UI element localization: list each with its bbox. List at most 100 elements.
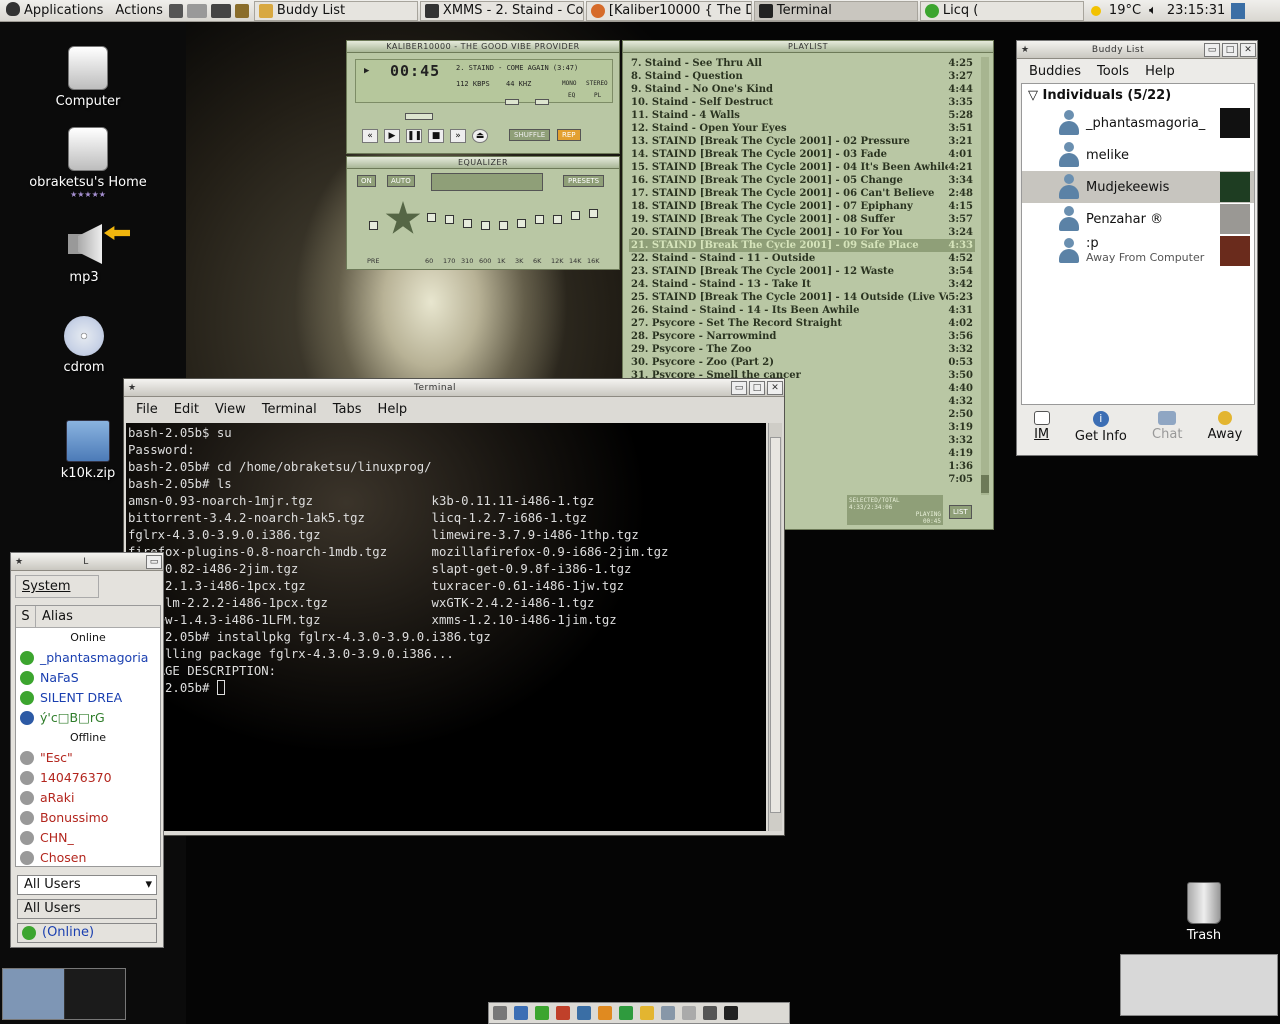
playlist-row[interactable]: 23. STAIND [Break The Cycle 2001] - 12 W… bbox=[629, 265, 975, 278]
playlist-scrollbar[interactable] bbox=[981, 57, 989, 495]
scroll-thumb[interactable] bbox=[770, 437, 781, 813]
playlist-row[interactable]: 11. Staind - 4 Walls 5:28 bbox=[629, 109, 975, 122]
camera-icon[interactable] bbox=[210, 3, 231, 18]
playlist-row[interactable]: 25. STAIND [Break The Cycle 2001] - 14 O… bbox=[629, 291, 975, 304]
system-button[interactable]: System bbox=[15, 575, 99, 598]
playlist-row[interactable]: 15. STAIND [Break The Cycle 2001] - 04 I… bbox=[629, 161, 975, 174]
task-browser[interactable]: [Kaliber10000 { The D bbox=[585, 0, 752, 21]
eq-titlebar[interactable]: EQUALIZER bbox=[347, 157, 619, 169]
playlist-row[interactable]: 9. Staind - No One's Kind 4:44 bbox=[629, 83, 975, 96]
close-button[interactable]: ✕ bbox=[767, 380, 783, 395]
window-menu-icon[interactable]: ★ bbox=[1017, 45, 1033, 55]
buddy-row[interactable]: :p Away From Computer bbox=[1022, 235, 1254, 267]
playlist-row-selected[interactable]: 21. STAIND [Break The Cycle 2001] - 09 S… bbox=[629, 239, 975, 252]
eq-slider-170[interactable] bbox=[445, 215, 454, 224]
playlist-row[interactable]: 24. Staind - Staind - 13 - Take It 3:42 bbox=[629, 278, 975, 291]
next-button[interactable]: » bbox=[450, 129, 466, 143]
licq-titlebar[interactable]: ★ L ▭ bbox=[11, 553, 163, 571]
actions-menu[interactable]: Actions bbox=[109, 0, 169, 22]
desktop-icon-mp3[interactable]: mp3 bbox=[24, 222, 144, 285]
expander-icon[interactable]: ▽ bbox=[1028, 88, 1043, 103]
menu-file[interactable]: File bbox=[128, 400, 166, 419]
minimize-button[interactable]: ▭ bbox=[146, 554, 162, 569]
column-alias[interactable]: Alias bbox=[36, 606, 73, 627]
playlist-row[interactable]: 30. Psycore - Zoo (Part 2) 0:53 bbox=[629, 356, 975, 369]
buddy-row[interactable]: Penzahar ® bbox=[1022, 203, 1254, 235]
eq-slider-14k[interactable] bbox=[571, 211, 580, 220]
menu-tabs[interactable]: Tabs bbox=[325, 400, 370, 419]
group-select[interactable]: All Users ▾ bbox=[17, 875, 157, 895]
workspace-2[interactable] bbox=[64, 969, 125, 1019]
launcher-icon[interactable] bbox=[535, 1006, 549, 1020]
menu-help[interactable]: Help bbox=[1137, 62, 1183, 81]
desktop-icon-home[interactable]: obraketsu's Home ★★★★★ bbox=[28, 127, 148, 199]
playlist-row[interactable]: 7. Staind - See Thru All 4:25 bbox=[629, 57, 975, 70]
online-contact[interactable]: _phantasmagoria bbox=[16, 648, 160, 668]
eq-slider-preamp[interactable] bbox=[369, 221, 378, 230]
playlist-row[interactable]: 27. Psycore - Set The Record Straight 4:0… bbox=[629, 317, 975, 330]
playlist-row[interactable]: 22. Staind - Staind - 11 - Outside 4:52 bbox=[629, 252, 975, 265]
playlist-row[interactable]: 16. STAIND [Break The Cycle 2001] - 05 C… bbox=[629, 174, 975, 187]
status-button[interactable]: (Online) bbox=[17, 923, 157, 943]
eq-slider-310[interactable] bbox=[463, 219, 472, 228]
playlist-row[interactable]: 14. STAIND [Break The Cycle 2001] - 03 F… bbox=[629, 148, 975, 161]
maximize-button[interactable]: □ bbox=[749, 380, 765, 395]
buddy-titlebar[interactable]: ★ Buddy List ▭ □ ✕ bbox=[1017, 41, 1257, 59]
launcher-icon[interactable] bbox=[577, 1006, 591, 1020]
offline-contact[interactable]: aRaki bbox=[16, 788, 160, 808]
terminal-scrollbar[interactable] bbox=[768, 423, 782, 831]
playlist-scroll-thumb[interactable] bbox=[981, 475, 989, 493]
menu-edit[interactable]: Edit bbox=[166, 400, 207, 419]
eq-slider-60[interactable] bbox=[427, 213, 436, 222]
launcher-icon[interactable] bbox=[556, 1006, 570, 1020]
online-contact[interactable]: ý'c□B□rG bbox=[16, 708, 160, 728]
volume-icon[interactable]: 🔈︎ bbox=[1145, 3, 1161, 18]
menu-view[interactable]: View bbox=[207, 400, 254, 419]
minimize-button[interactable]: ▭ bbox=[1204, 42, 1220, 57]
playlist-row[interactable]: 26. Staind - Staind - 14 - Its Been Awhi… bbox=[629, 304, 975, 317]
pl-toggle[interactable]: PL bbox=[594, 92, 601, 99]
playlist-row[interactable]: 28. Psycore - Narrowmind 3:56 bbox=[629, 330, 975, 343]
launcher-icon[interactable] bbox=[493, 1006, 507, 1020]
offline-contact[interactable]: Bonussimo bbox=[16, 808, 160, 828]
playlist-row[interactable]: 19. STAIND [Break The Cycle 2001] - 08 S… bbox=[629, 213, 975, 226]
xmms-titlebar[interactable]: KALIBER10000 - THE GOOD VIBE PROVIDER bbox=[347, 41, 619, 53]
list-button[interactable]: LIST bbox=[949, 505, 972, 519]
task-licq[interactable]: Licq ( bbox=[919, 0, 1084, 21]
window-menu-icon[interactable]: ★ bbox=[124, 383, 140, 393]
maximize-button[interactable]: □ bbox=[1222, 42, 1238, 57]
offline-contact[interactable]: 140476370 bbox=[16, 768, 160, 788]
launcher-icon[interactable] bbox=[661, 1006, 675, 1020]
playlist-row[interactable]: 17. STAIND [Break The Cycle 2001] - 06 C… bbox=[629, 187, 975, 200]
eq-auto-button[interactable]: AUTO bbox=[387, 175, 415, 187]
desktop-icon-cdrom[interactable]: cdrom bbox=[24, 316, 144, 375]
launcher-icon[interactable] bbox=[234, 3, 249, 18]
window-menu-icon[interactable]: ★ bbox=[11, 557, 27, 567]
playlist-titlebar[interactable]: PLAYLIST bbox=[623, 41, 993, 53]
column-status[interactable]: S bbox=[16, 606, 36, 627]
minimize-button[interactable]: ▭ bbox=[731, 380, 747, 395]
eq-slider-1k[interactable] bbox=[499, 221, 508, 230]
offline-contact[interactable]: CHN_ bbox=[16, 828, 160, 848]
launcher-icon[interactable] bbox=[598, 1006, 612, 1020]
im-button[interactable]: IM bbox=[1033, 411, 1050, 444]
desktop-icon-trash[interactable]: Trash bbox=[1178, 882, 1230, 943]
eq-slider-12k[interactable] bbox=[553, 215, 562, 224]
terminal-output[interactable]: bash-2.05b$ su Password: bash-2.05b# cd … bbox=[126, 423, 766, 831]
close-button[interactable]: ✕ bbox=[1240, 42, 1256, 57]
away-button[interactable]: Away bbox=[1208, 411, 1242, 444]
applications-menu[interactable]: Applications bbox=[0, 0, 109, 22]
terminal-titlebar[interactable]: ★ Terminal ▭ □ ✕ bbox=[124, 379, 784, 397]
get-info-button[interactable]: i Get Info bbox=[1075, 411, 1127, 444]
playlist-row[interactable]: 12. Staind - Open Your Eyes 3:51 bbox=[629, 122, 975, 135]
playlist-row[interactable]: 18. STAIND [Break The Cycle 2001] - 07 E… bbox=[629, 200, 975, 213]
offline-contact[interactable]: "Esc" bbox=[16, 748, 160, 768]
eq-presets-button[interactable]: PRESETS bbox=[563, 175, 605, 187]
terminal-launcher-icon[interactable] bbox=[724, 1006, 738, 1020]
chat-button[interactable]: Chat bbox=[1152, 411, 1182, 444]
online-contact[interactable]: NaFaS bbox=[16, 668, 160, 688]
launcher-icon[interactable] bbox=[703, 1006, 717, 1020]
task-terminal[interactable]: Terminal bbox=[753, 0, 918, 21]
launcher-icon[interactable] bbox=[640, 1006, 654, 1020]
buddy-row-selected[interactable]: Mudjekeewis bbox=[1022, 171, 1254, 203]
